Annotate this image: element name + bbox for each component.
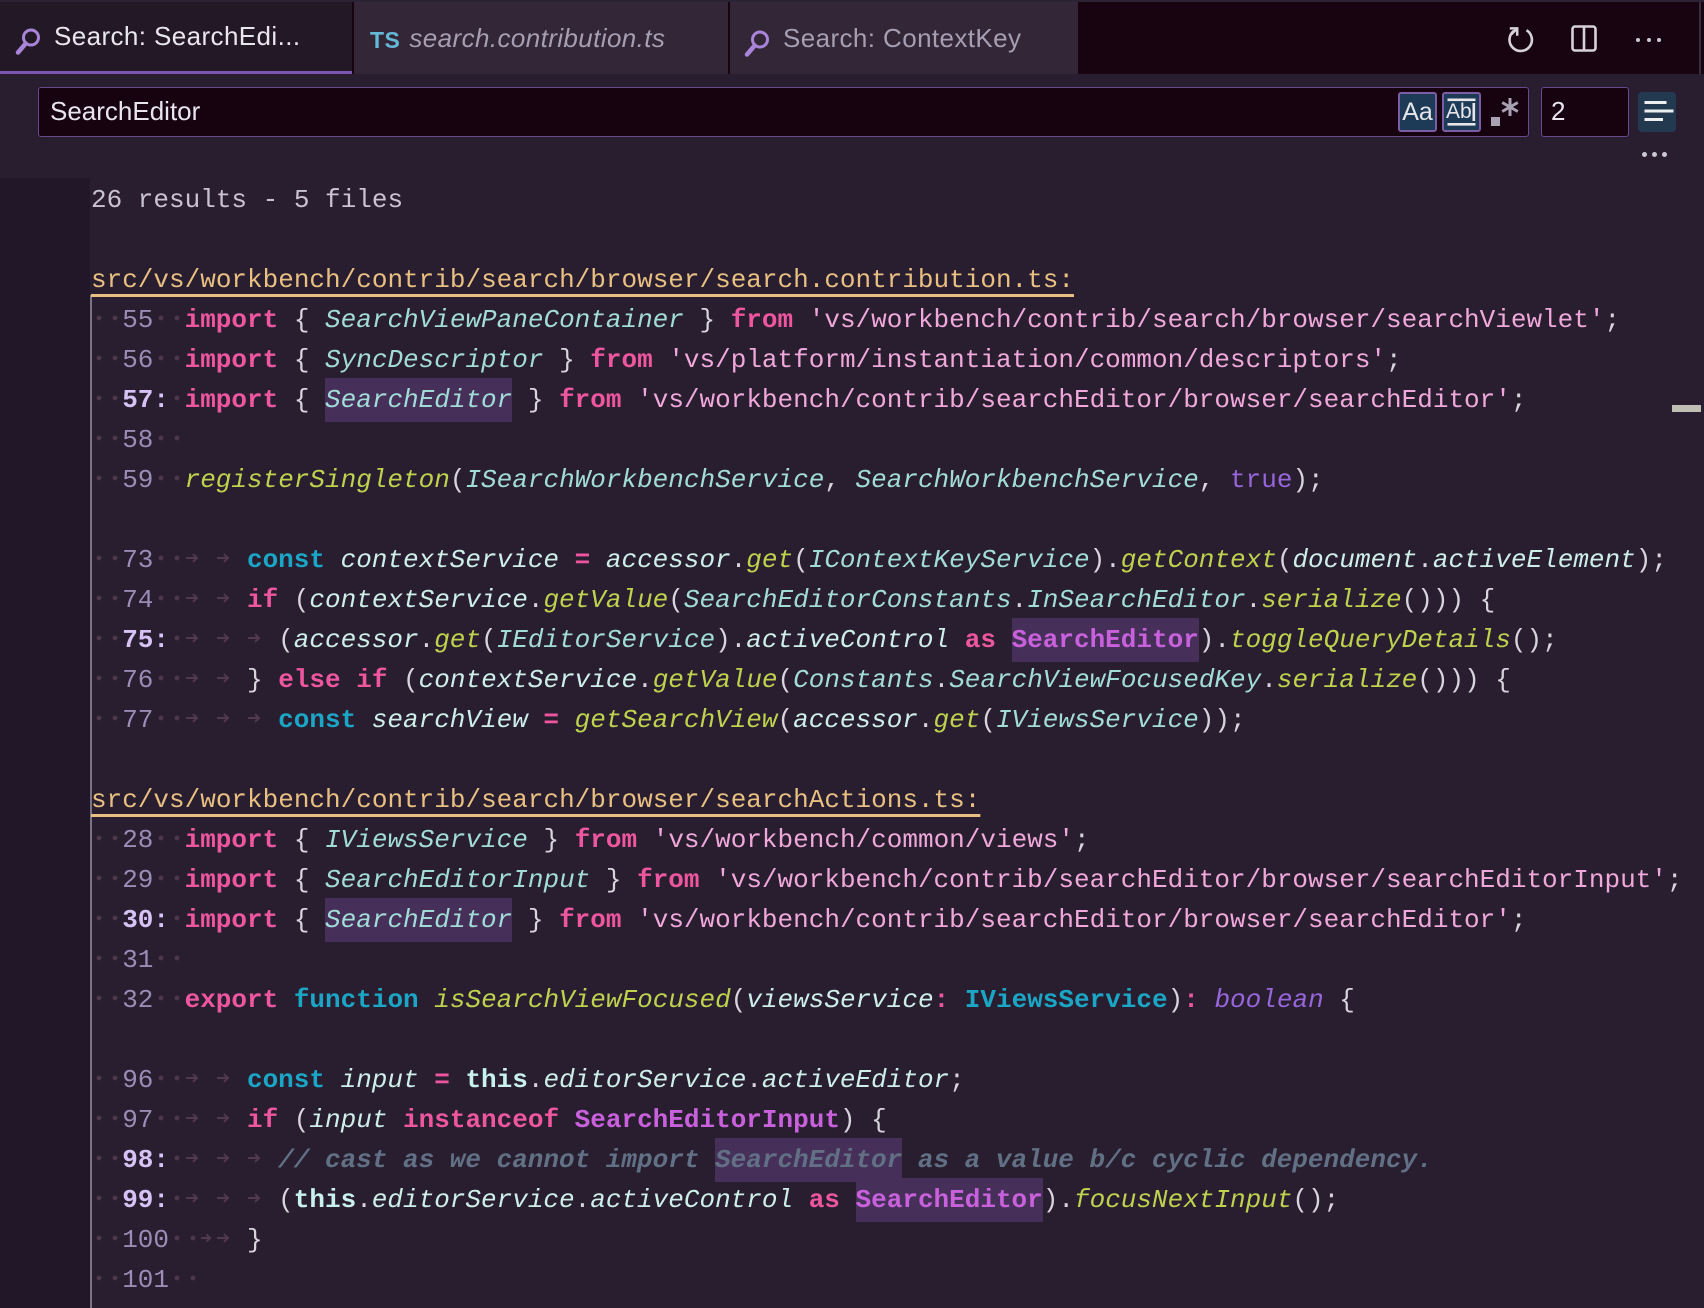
svg-text:Ab: Ab <box>1446 100 1472 123</box>
